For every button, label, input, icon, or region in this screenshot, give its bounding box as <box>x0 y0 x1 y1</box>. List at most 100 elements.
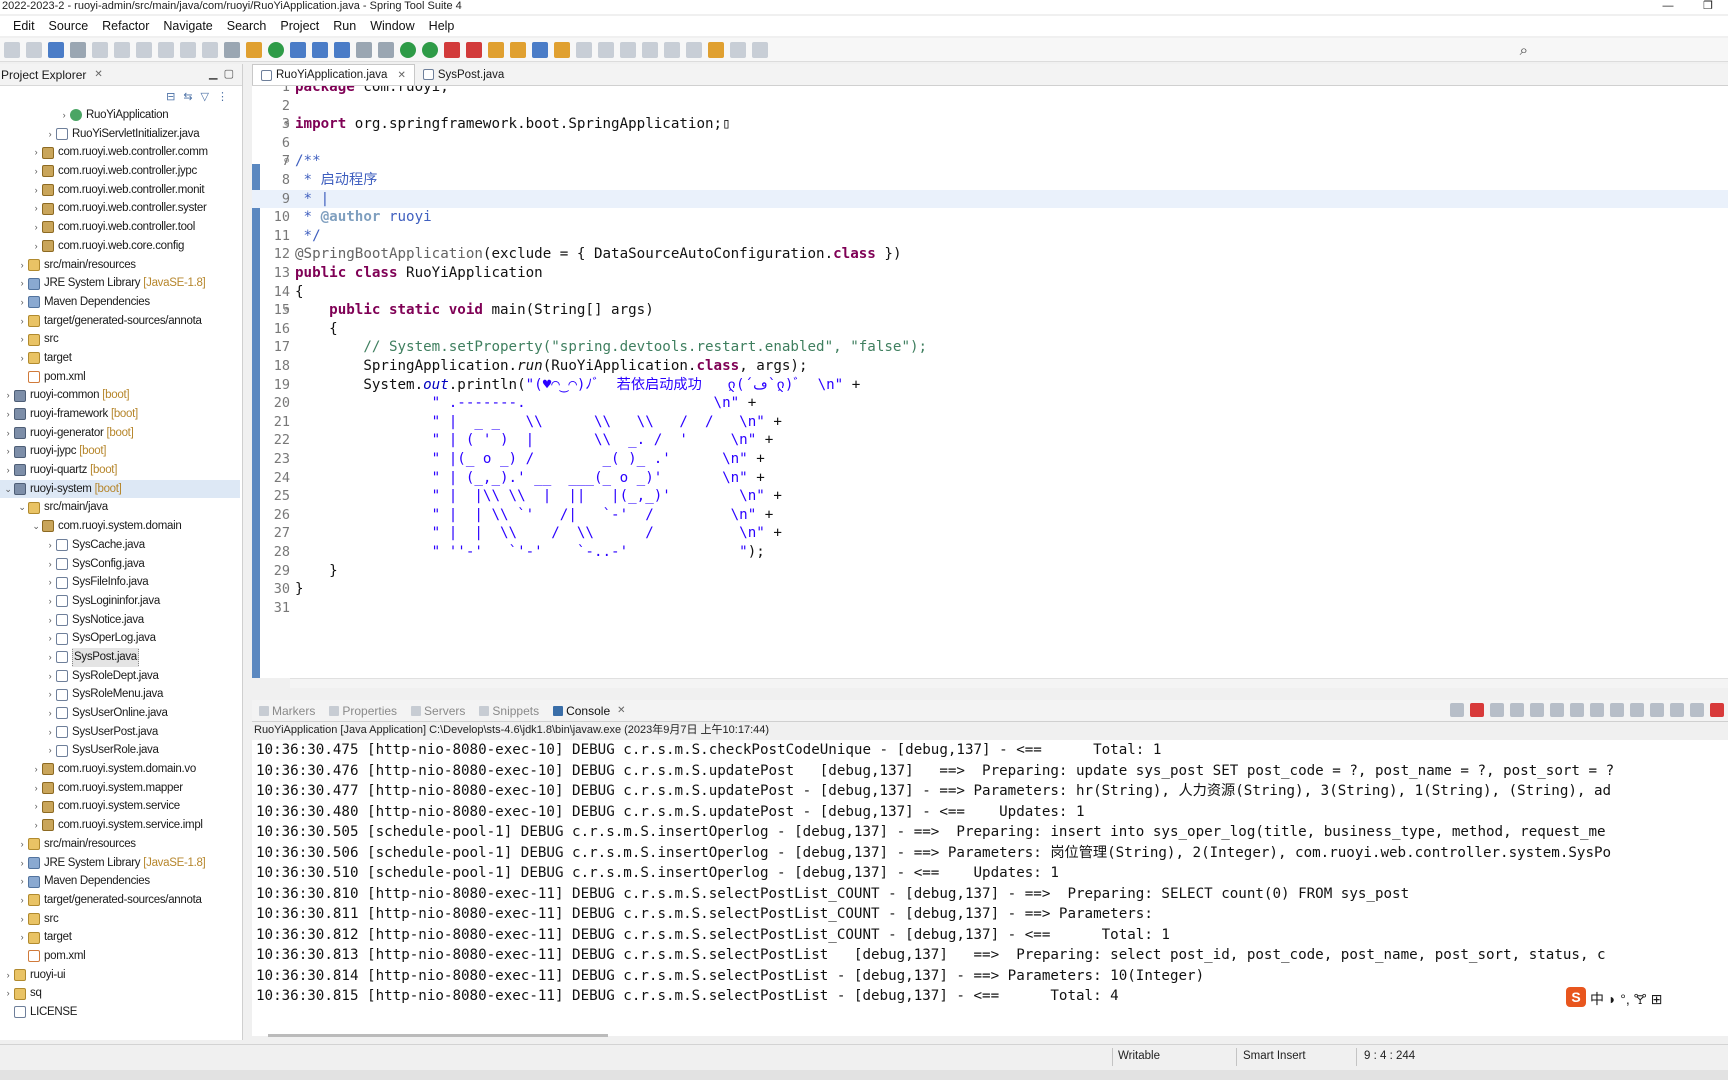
view-tab-snippets[interactable]: Snippets <box>479 704 539 718</box>
close-icon[interactable]: ✕ <box>94 69 102 80</box>
tree-item[interactable]: › src/main/resources <box>0 835 240 854</box>
pin-console-icon[interactable] <box>1450 703 1464 717</box>
tree-item[interactable]: › target <box>0 349 240 368</box>
chevron-icon[interactable]: › <box>2 405 14 424</box>
chevron-icon[interactable]: › <box>30 237 42 256</box>
code-line[interactable]: 21 " | _ _ \\ \\ \\ / / \n" + <box>252 413 1728 432</box>
tree-item[interactable]: ⌄ src/main/java <box>0 498 240 517</box>
tree-item[interactable]: › RuoYiApplication <box>0 106 240 125</box>
tree-item[interactable]: › ruoyi-ui <box>0 966 240 985</box>
tree-item[interactable]: › SysRoleDept.java <box>0 667 240 686</box>
code-line[interactable]: 25 " | |\\ \\ | || |(_,_)' \n" + <box>252 487 1728 506</box>
code-line[interactable]: 2 <box>252 97 1728 116</box>
code-line[interactable]: 31 <box>252 599 1728 618</box>
tree-item[interactable]: › com.ruoyi.web.controller.jypc <box>0 162 240 181</box>
terminal-icon[interactable] <box>48 41 64 58</box>
chevron-icon[interactable]: › <box>30 162 42 181</box>
tree-item[interactable]: › ruoyi-jypc [boot] <box>0 442 240 461</box>
tree-item[interactable]: › SysLogininfor.java <box>0 592 240 611</box>
filter-icon[interactable]: ▽ <box>201 90 209 103</box>
debug-icon[interactable] <box>378 41 394 58</box>
menu-refactor[interactable]: Refactor <box>102 19 149 33</box>
code-line[interactable]: 22 " | ( ' ) | \\ _. / ' \n" + <box>252 431 1728 450</box>
remove-launch-icon[interactable] <box>1490 703 1504 717</box>
tree-item[interactable]: › target <box>0 928 240 947</box>
open-folder-icon[interactable] <box>488 41 504 58</box>
code-line[interactable]: 27 " | | \\ / \\ / \n" + <box>252 524 1728 543</box>
tree-item[interactable]: › com.ruoyi.system.service <box>0 797 240 816</box>
fold-toggle-icon[interactable]: ⊕ <box>284 115 289 134</box>
code-line[interactable]: 29 } <box>252 562 1728 581</box>
suspend-icon[interactable] <box>114 41 130 58</box>
search-tool-icon[interactable] <box>510 41 526 58</box>
tree-item[interactable]: › SysUserPost.java <box>0 723 240 742</box>
stop-icon[interactable] <box>444 41 460 58</box>
external-tools-icon[interactable] <box>466 41 482 58</box>
skip-breakpoints-icon[interactable] <box>70 41 86 58</box>
chevron-icon[interactable]: › <box>30 816 42 835</box>
menu-help[interactable]: Help <box>429 19 455 33</box>
tree-item[interactable]: › src <box>0 910 240 929</box>
tree-item[interactable]: › ruoyi-common [boot] <box>0 386 240 405</box>
tree-item[interactable]: LICENSE <box>0 1003 240 1022</box>
terminate-icon[interactable] <box>136 41 152 58</box>
menu-search[interactable]: Search <box>227 19 267 33</box>
console-horizontal-scrollbar[interactable] <box>268 1034 608 1037</box>
new-console-icon[interactable] <box>1670 703 1684 717</box>
tree-item[interactable]: › SysPost.java <box>0 647 240 667</box>
ime-toolbar[interactable]: S 中 ◗ °, 🝖 ⊞ <box>1562 985 1667 1009</box>
chevron-icon[interactable]: › <box>16 293 28 312</box>
chevron-icon[interactable]: › <box>30 199 42 218</box>
tree-item[interactable]: ⌄ com.ruoyi.system.domain <box>0 517 240 536</box>
tree-item[interactable]: › src <box>0 330 240 349</box>
tree-item[interactable]: › com.ruoyi.web.controller.comm <box>0 143 240 162</box>
new-spring-project-icon[interactable] <box>290 41 306 58</box>
chevron-icon[interactable]: › <box>16 872 28 891</box>
chevron-icon[interactable]: › <box>16 835 28 854</box>
chevron-icon[interactable]: › <box>16 274 28 293</box>
tree-item[interactable]: › sq <box>0 984 240 1003</box>
code-line[interactable]: 17 // System.setProperty("spring.devtool… <box>252 338 1728 357</box>
open-type-icon[interactable] <box>312 41 328 58</box>
tree-item[interactable]: › SysCache.java <box>0 536 240 555</box>
chevron-icon[interactable]: › <box>44 536 56 555</box>
tree-item[interactable]: › JRE System Library [JavaSE-1.8] <box>0 854 240 873</box>
tree-item[interactable]: pom.xml <box>0 368 240 387</box>
tree-item[interactable]: › com.ruoyi.web.controller.syster <box>0 199 240 218</box>
code-line[interactable]: 24 " | (_,_).' __ ___(_ o _)' \n" + <box>252 469 1728 488</box>
menu-window[interactable]: Window <box>370 19 414 33</box>
chevron-icon[interactable]: › <box>44 667 56 686</box>
tree-item[interactable]: › SysOperLog.java <box>0 629 240 648</box>
menu-source[interactable]: Source <box>49 19 89 33</box>
tree-item[interactable]: › com.ruoyi.system.domain.vo <box>0 760 240 779</box>
annotation-icon[interactable] <box>532 41 548 58</box>
view-tab-properties[interactable]: Properties <box>329 704 397 718</box>
chevron-icon[interactable]: › <box>16 256 28 275</box>
pilcrow-icon[interactable] <box>620 41 636 58</box>
chevron-icon[interactable]: › <box>58 106 70 125</box>
menu-run[interactable]: Run <box>333 19 356 33</box>
show-on-error-icon[interactable] <box>1610 703 1624 717</box>
tree-item[interactable]: › ruoyi-framework [boot] <box>0 405 240 424</box>
collapse-all-icon[interactable]: ⊟ <box>166 90 175 103</box>
resume-icon[interactable] <box>92 41 108 58</box>
chevron-icon[interactable]: › <box>44 741 56 760</box>
chevron-icon[interactable]: › <box>44 704 56 723</box>
tree-item[interactable]: › com.ruoyi.web.controller.monit <box>0 181 240 200</box>
code-line[interactable]: 9 * | <box>252 189 1728 209</box>
minimize-view-icon[interactable] <box>1690 703 1704 717</box>
clear-console-icon[interactable] <box>1530 703 1544 717</box>
tree-item[interactable]: › SysRoleMenu.java <box>0 685 240 704</box>
tree-item[interactable]: › com.ruoyi.web.controller.tool <box>0 218 240 237</box>
chevron-icon[interactable]: › <box>16 312 28 331</box>
sogou-icon[interactable]: S <box>1566 987 1586 1007</box>
code-line[interactable]: 10 * @author ruoyi <box>252 208 1728 227</box>
show-whitespace-icon[interactable] <box>576 41 592 58</box>
chevron-icon[interactable]: › <box>2 442 14 461</box>
chevron-icon[interactable]: › <box>44 723 56 742</box>
code-line[interactable]: 18 SpringApplication.run(RuoYiApplicatio… <box>252 357 1728 376</box>
view-controls[interactable]: ▁ ▢ <box>209 67 234 80</box>
step-over-icon[interactable] <box>202 41 218 58</box>
view-tab-markers[interactable]: Markers <box>259 704 315 718</box>
show-on-output-icon[interactable] <box>1590 703 1604 717</box>
